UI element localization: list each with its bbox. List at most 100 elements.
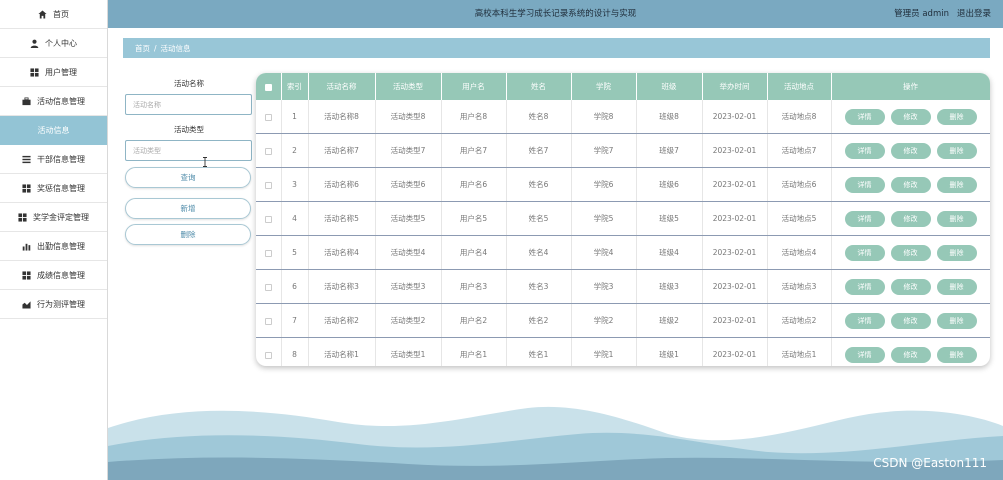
table-cell: 2 xyxy=(281,133,309,168)
activity-type-input[interactable] xyxy=(125,140,252,161)
delete-button[interactable]: 删除 xyxy=(936,142,977,159)
sidebar-item-scholarship-management[interactable]: 奖学金评定管理 xyxy=(0,203,107,232)
table-cell: 用户名6 xyxy=(441,167,507,202)
row-select-cell xyxy=(256,337,282,366)
row-select-cell xyxy=(256,167,282,202)
search-button[interactable]: 查询 xyxy=(125,167,251,188)
table-cell: 活动类型7 xyxy=(375,133,442,168)
breadcrumb-home[interactable]: 首页 xyxy=(135,43,150,54)
chart-icon xyxy=(22,300,31,309)
row-checkbox[interactable] xyxy=(264,249,272,257)
logout-link[interactable]: 退出登录 xyxy=(957,0,991,28)
table-cell: 活动名称3 xyxy=(308,269,376,304)
sidebar-item-home[interactable]: 首页 xyxy=(0,0,107,29)
table-row: 2 活动名称7 活动类型7 用户名7 姓名7 学院7 班级7 2023-02-01 活动地点7 详… xyxy=(256,133,990,168)
sidebar-item-label: 活动信息管理 xyxy=(37,96,85,106)
table-cell: 学院2 xyxy=(571,303,637,338)
edit-button[interactable]: 修改 xyxy=(890,312,931,329)
activity-name-label: 活动名称 xyxy=(174,79,204,88)
edit-button[interactable]: 修改 xyxy=(890,108,931,125)
sidebar-item-label: 行为测评管理 xyxy=(37,299,85,309)
detail-button[interactable]: 详情 xyxy=(844,108,885,125)
sidebar-item-reward-management[interactable]: 奖惩信息管理 xyxy=(0,174,107,203)
select-all-checkbox[interactable] xyxy=(264,83,272,91)
table-cell: 1 xyxy=(281,100,309,134)
activity-type-label: 活动类型 xyxy=(174,125,204,134)
row-checkbox[interactable] xyxy=(264,215,272,223)
add-button[interactable]: 新增 xyxy=(125,198,251,219)
table-cell: 3 xyxy=(281,167,309,202)
table-row: 7 活动名称2 活动类型2 用户名2 姓名2 学院2 班级2 2023-02-01 活动地点2 详… xyxy=(256,303,990,338)
table-cell: 活动类型6 xyxy=(375,167,442,202)
row-checkbox[interactable] xyxy=(264,351,272,359)
column-header: 活动类型 xyxy=(375,73,442,100)
table-cell: 用户名3 xyxy=(441,269,507,304)
edit-button[interactable]: 修改 xyxy=(890,142,931,159)
table-cell: 活动地点3 xyxy=(767,269,832,304)
row-select-cell xyxy=(256,303,282,338)
table-cell: 用户名4 xyxy=(441,235,507,270)
row-checkbox[interactable] xyxy=(264,113,272,121)
sidebar-item-behavior-management[interactable]: 行为测评管理 xyxy=(0,290,107,319)
table-cell: 活动名称5 xyxy=(308,201,376,236)
delete-button[interactable]: 删除 xyxy=(936,108,977,125)
system-title: 高校本科生学习成长记录系统的设计与实现 xyxy=(474,9,637,19)
grid-icon xyxy=(22,183,31,193)
table-cell: 学院6 xyxy=(571,167,637,202)
table-cell: 2023-02-01 xyxy=(702,167,768,202)
detail-button[interactable]: 详情 xyxy=(844,278,885,295)
table-cell: 7 xyxy=(281,303,309,338)
table-cell: 用户名5 xyxy=(441,201,507,236)
sidebar-item-activity-management[interactable]: 活动信息管理 xyxy=(0,87,107,116)
detail-button[interactable]: 详情 xyxy=(844,176,885,193)
briefcase-icon xyxy=(22,96,31,106)
delete-button[interactable]: 删除 xyxy=(936,346,977,363)
delete-button[interactable]: 删除 xyxy=(936,278,977,295)
row-checkbox[interactable] xyxy=(264,147,272,155)
row-actions-cell: 详情 修改 删除 xyxy=(831,235,990,270)
sidebar-item-attendance-management[interactable]: 出勤信息管理 xyxy=(0,232,107,261)
table-row: 3 活动名称6 活动类型6 用户名6 姓名6 学院6 班级6 2023-02-01 活动地点6 详… xyxy=(256,167,990,202)
table-cell: 活动名称6 xyxy=(308,167,376,202)
table-cell: 2023-02-01 xyxy=(702,235,768,270)
table-body: 1 活动名称8 活动类型8 用户名8 姓名8 学院8 班级8 2023-02-01 活动地点8 详… xyxy=(256,100,990,366)
delete-button[interactable]: 删除 xyxy=(936,210,977,227)
sidebar-item-label: 用户管理 xyxy=(45,67,77,77)
sidebar-item-score-management[interactable]: 成绩信息管理 xyxy=(0,261,107,290)
table-cell: 5 xyxy=(281,235,309,270)
sidebar-item-label: 成绩信息管理 xyxy=(37,270,85,280)
table-cell: 活动地点6 xyxy=(767,167,832,202)
row-actions-cell: 详情 修改 删除 xyxy=(831,133,990,168)
detail-button[interactable]: 详情 xyxy=(844,244,885,261)
edit-button[interactable]: 修改 xyxy=(890,346,931,363)
sidebar-item-users[interactable]: 用户管理 xyxy=(0,58,107,87)
detail-button[interactable]: 详情 xyxy=(844,210,885,227)
row-checkbox[interactable] xyxy=(264,317,272,325)
edit-button[interactable]: 修改 xyxy=(890,176,931,193)
table-cell: 活动类型8 xyxy=(375,100,442,134)
sidebar-item-cadre-management[interactable]: 干部信息管理 xyxy=(0,145,107,174)
table-cell: 2023-02-01 xyxy=(702,133,768,168)
row-checkbox[interactable] xyxy=(264,283,272,291)
detail-button[interactable]: 详情 xyxy=(844,312,885,329)
delete-button[interactable]: 删除 xyxy=(936,244,977,261)
table-cell: 用户名2 xyxy=(441,303,507,338)
row-checkbox[interactable] xyxy=(264,181,272,189)
table-row: 1 活动名称8 活动类型8 用户名8 姓名8 学院8 班级8 2023-02-01 活动地点8 详… xyxy=(256,100,990,134)
column-header: 活动名称 xyxy=(308,73,376,100)
batch-delete-button[interactable]: 删除 xyxy=(125,224,251,245)
table-cell: 2023-02-01 xyxy=(702,201,768,236)
activity-table: 索引 活动名称 活动类型 用户名 姓名 学院 班级 举办时间 活动地点 操作 1… xyxy=(256,73,990,366)
detail-button[interactable]: 详情 xyxy=(844,346,885,363)
delete-button[interactable]: 删除 xyxy=(936,312,977,329)
edit-button[interactable]: 修改 xyxy=(890,244,931,261)
edit-button[interactable]: 修改 xyxy=(890,278,931,295)
activity-name-input[interactable] xyxy=(125,94,252,115)
row-actions-cell: 详情 修改 删除 xyxy=(831,303,990,338)
sidebar-item-activity-info[interactable]: 活动信息 xyxy=(0,116,107,145)
detail-button[interactable]: 详情 xyxy=(844,142,885,159)
sidebar-item-profile[interactable]: 个人中心 xyxy=(0,29,107,58)
sidebar-item-label: 首页 xyxy=(53,9,69,19)
delete-button[interactable]: 删除 xyxy=(936,176,977,193)
edit-button[interactable]: 修改 xyxy=(890,210,931,227)
